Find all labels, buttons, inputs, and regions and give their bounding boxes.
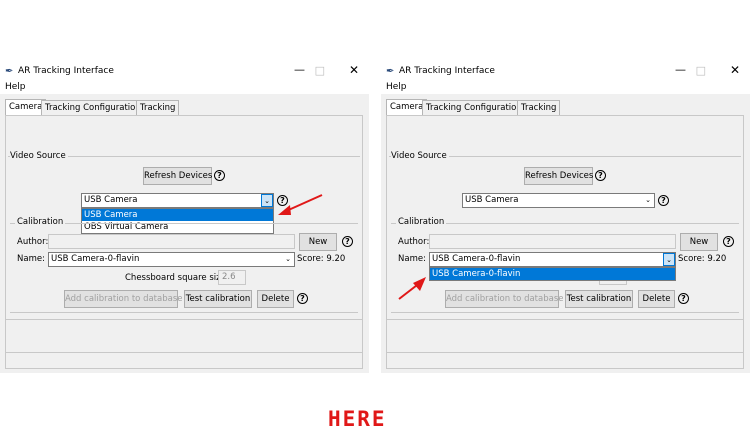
author-label: Author:	[398, 237, 430, 247]
divider	[10, 312, 358, 313]
add-calibration-button[interactable]: Add calibration to database	[445, 290, 564, 308]
help-icon[interactable]: ?	[297, 293, 308, 304]
help-icon[interactable]: ?	[214, 170, 225, 181]
title-bar: ✒ AR Tracking Interface — □ ✕	[381, 60, 750, 82]
status-bar	[5, 319, 363, 353]
calibration-name-combobox[interactable]: USB Camera-0-flavin ⌄	[48, 252, 295, 267]
video-source-value: USB Camera	[84, 195, 138, 205]
video-source-combobox[interactable]: USB Camera ⌄	[81, 193, 274, 208]
feather-icon: ✒	[5, 66, 14, 77]
calibration-name-dropdown: USB Camera-0-flavin	[429, 267, 676, 281]
help-icon[interactable]: ?	[595, 170, 606, 181]
video-source-dropdown: USB Camera OBS Virtual Camera	[81, 208, 274, 234]
test-calibration-button[interactable]: Test calibration	[565, 290, 633, 308]
status-bar	[386, 319, 744, 353]
maximize-icon[interactable]: □	[315, 64, 325, 77]
chevron-down-icon[interactable]: ⌄	[663, 253, 675, 266]
chessboard-label: Chessboard square size:	[125, 273, 229, 283]
annotation-label: HERE	[328, 407, 387, 431]
calibration-name-value: USB Camera-0-flavin	[432, 254, 521, 264]
menu-help[interactable]: Help	[5, 82, 26, 92]
tab-tracking[interactable]: Tracking	[136, 100, 180, 116]
window-right: ✒ AR Tracking Interface — □ ✕ Help Camer…	[381, 60, 750, 373]
close-icon[interactable]: ✕	[730, 63, 740, 77]
video-source-combobox[interactable]: USB Camera ⌄	[462, 193, 655, 208]
help-icon[interactable]: ?	[678, 293, 689, 304]
title-bar: ✒ AR Tracking Interface — □ ✕	[0, 60, 369, 82]
new-button[interactable]: New	[680, 233, 718, 251]
delete-button[interactable]: Delete	[257, 290, 294, 308]
author-field[interactable]	[429, 234, 676, 249]
chevron-down-icon[interactable]: ⌄	[282, 253, 294, 266]
menu-help[interactable]: Help	[386, 82, 407, 92]
help-icon[interactable]: ?	[723, 236, 734, 247]
video-source-label: Video Source	[391, 151, 449, 161]
new-button[interactable]: New	[299, 233, 337, 251]
feather-icon: ✒	[386, 66, 395, 77]
chevron-down-icon[interactable]: ⌄	[642, 194, 654, 207]
calibration-label: Calibration	[15, 217, 66, 227]
menu-bar: Help	[381, 82, 750, 94]
name-label: Name:	[17, 254, 45, 264]
author-label: Author:	[17, 237, 49, 247]
help-icon[interactable]: ?	[277, 195, 288, 206]
refresh-devices-button[interactable]: Refresh Devices	[143, 167, 212, 185]
close-icon[interactable]: ✕	[349, 63, 359, 77]
tab-tracking-configuration[interactable]: Tracking Configuration	[422, 100, 526, 116]
tab-tracking-configuration[interactable]: Tracking Configuration	[41, 100, 145, 116]
add-calibration-button[interactable]: Add calibration to database	[64, 290, 183, 308]
minimize-icon[interactable]: —	[675, 63, 686, 76]
menu-bar: Help	[0, 82, 369, 94]
score-text: Score: 9.20	[678, 254, 727, 264]
video-source-value: USB Camera	[465, 195, 519, 205]
name-label: Name:	[398, 254, 426, 264]
video-source-label: Video Source	[10, 151, 68, 161]
divider	[391, 312, 739, 313]
calibration-name-value: USB Camera-0-flavin	[51, 254, 140, 264]
window-left: ✒ AR Tracking Interface — □ ✕ Help Camer…	[0, 60, 369, 373]
dropdown-option[interactable]: USB Camera-0-flavin	[430, 268, 675, 280]
calibration-name-combobox[interactable]: USB Camera-0-flavin ⌄	[429, 252, 676, 267]
help-icon[interactable]: ?	[342, 236, 353, 247]
delete-button[interactable]: Delete	[638, 290, 675, 308]
author-field[interactable]	[48, 234, 295, 249]
chevron-down-icon[interactable]: ⌄	[261, 194, 273, 207]
test-calibration-button[interactable]: Test calibration	[184, 290, 252, 308]
calibration-label: Calibration	[396, 217, 447, 227]
tab-tracking[interactable]: Tracking	[517, 100, 561, 116]
dropdown-option[interactable]: USB Camera	[82, 209, 273, 221]
refresh-devices-button[interactable]: Refresh Devices	[524, 167, 593, 185]
window-title: AR Tracking Interface	[18, 66, 114, 76]
help-icon[interactable]: ?	[658, 195, 669, 206]
score-text: Score: 9.20	[297, 254, 346, 264]
maximize-icon[interactable]: □	[696, 64, 706, 77]
minimize-icon[interactable]: —	[294, 63, 305, 76]
chessboard-size-field[interactable]: 2.6	[218, 270, 246, 285]
window-title: AR Tracking Interface	[399, 66, 495, 76]
